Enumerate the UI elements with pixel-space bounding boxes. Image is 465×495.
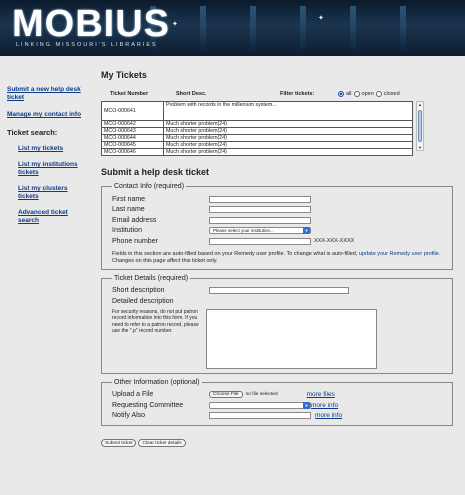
email-input[interactable]	[209, 216, 311, 224]
update-profile-link[interactable]: update your Remedy user profile	[359, 251, 439, 257]
scrollbar-thumb[interactable]	[418, 110, 422, 142]
sidebar-link-manage-contact[interactable]: Manage my contact info	[7, 111, 87, 119]
sidebar-link-cluster-tickets[interactable]: List my clusters tickets	[18, 185, 87, 201]
more-files-link[interactable]: more files	[307, 391, 335, 398]
ticket-number-cell: MCO-000644	[101, 134, 164, 142]
filter-open-radio[interactable]	[353, 91, 360, 97]
detailed-desc-textarea[interactable]	[206, 308, 377, 369]
column-short-desc: Short Desc.	[176, 91, 207, 97]
banner-decoration	[300, 6, 306, 50]
ticket-list-scrollbar[interactable]: ▲ ▼	[416, 101, 424, 151]
other-info-fieldset: Other Information (optional) Upload a Fi…	[101, 378, 453, 426]
upload-label: Upload a File	[112, 391, 154, 399]
institution-select-value: Please select your institution...	[213, 228, 274, 234]
filter-all-radio[interactable]	[338, 91, 344, 97]
ticket-desc-cell: Much shorter problem(24)	[163, 127, 413, 135]
ticket-details-fieldset: Ticket Details (required) Short descript…	[101, 274, 453, 374]
ticket-number-cell: MCO-000645	[101, 141, 164, 149]
sidebar-link-institution-tickets[interactable]: List my institutions tickets	[18, 161, 87, 177]
banner-decoration	[400, 6, 406, 50]
committee-select[interactable]: ▼	[209, 401, 311, 409]
header-banner: ✦ ✦ MOBIUS LINKING MISSOURI'S LIBRARIES	[0, 0, 465, 56]
clear-ticket-button[interactable]: Clear ticket details	[138, 439, 186, 447]
form-title: Submit a help desk ticket	[101, 167, 210, 177]
table-row[interactable]: MCO-000646 Much shorter problem(24)	[101, 148, 413, 156]
table-row[interactable]: MCO-000643 Much shorter problem(24)	[101, 127, 413, 135]
other-info-legend: Other Information (optional)	[114, 378, 200, 386]
ticket-table-header: Ticket Number Short Desc. Filter tickets…	[101, 89, 461, 99]
table-row[interactable]: MCO-000641 Problem with records in the m…	[101, 101, 413, 121]
page-title: My Tickets	[101, 70, 147, 80]
table-row[interactable]: MCO-000644 Much shorter problem(24)	[101, 134, 413, 142]
site-logo[interactable]: MOBIUS	[12, 4, 170, 44]
ticket-list: MCO-000641 Problem with records in the m…	[101, 101, 424, 156]
committee-label: Requesting Committee	[112, 401, 184, 409]
filter-radio-group: all open closed	[338, 91, 400, 97]
filter-open-label: open	[361, 91, 374, 97]
ticket-details-legend: Ticket Details (required)	[114, 274, 189, 282]
institution-label: Institution	[112, 227, 142, 235]
autofill-note-text: Fields in this section are auto-filled b…	[112, 250, 358, 257]
first-name-input[interactable]	[209, 195, 311, 203]
filter-closed-radio[interactable]	[375, 91, 382, 97]
table-row[interactable]: MCO-000645 Much shorter problem(24)	[101, 141, 413, 149]
submit-ticket-button[interactable]: Submit ticket	[101, 439, 137, 447]
no-file-text: no file selected	[245, 392, 278, 398]
ticket-number-cell: MCO-000642	[101, 120, 164, 128]
chevron-down-icon: ▼	[303, 401, 310, 409]
last-name-label: Last name	[112, 206, 145, 214]
sidebar-link-advanced-search[interactable]: Advanced ticket search	[18, 209, 87, 225]
ticket-search-heading: Ticket search:	[7, 128, 58, 137]
contact-info-legend: Contact Info (required)	[114, 183, 185, 190]
choose-file-button[interactable]: Choose File	[209, 391, 243, 399]
sidebar-link-submit-ticket[interactable]: Submit a new help desk ticket	[7, 86, 87, 102]
scroll-up-icon[interactable]: ▲	[417, 102, 423, 107]
ticket-desc-cell: Problem with records in the millenium sy…	[163, 101, 413, 121]
phone-label: Phone number	[112, 237, 158, 245]
scroll-down-icon[interactable]: ▼	[417, 145, 423, 150]
filter-label: Filter tickets:	[280, 91, 315, 97]
short-desc-label: Short description	[112, 287, 165, 295]
autofill-note: Fields in this section are auto-filled b…	[112, 251, 446, 265]
ticket-desc-cell: Much shorter problem(24)	[163, 120, 413, 128]
ticket-desc-cell: Much shorter problem(24)	[163, 148, 413, 156]
sparkle-icon: ✦	[318, 15, 324, 22]
filter-all-label: all	[346, 91, 352, 97]
chevron-down-icon: ▼	[303, 227, 310, 235]
sparkle-icon: ✦	[172, 21, 178, 28]
last-name-input[interactable]	[209, 206, 311, 214]
ticket-number-cell: MCO-000641	[101, 101, 164, 121]
contact-info-fieldset: Contact Info (required) First name Last …	[101, 183, 453, 270]
table-row[interactable]: MCO-000642 Much shorter problem(24)	[101, 120, 413, 128]
detailed-desc-label: Detailed description	[112, 297, 174, 305]
main-content: My Tickets Ticket Number Short Desc. Fil…	[101, 70, 461, 449]
banner-decoration	[350, 6, 356, 50]
sidebar-nav: Submit a new help desk ticket Manage my …	[7, 86, 87, 233]
banner-decoration	[250, 6, 256, 50]
banner-decoration	[200, 6, 206, 50]
institution-select[interactable]: Please select your institution... ▼	[209, 227, 311, 235]
phone-format-hint: XXX-XXX-XXXX	[314, 238, 355, 245]
ticket-number-cell: MCO-000646	[101, 148, 164, 156]
ticket-table: MCO-000641 Problem with records in the m…	[101, 101, 413, 156]
security-note: For security reasons, do not put patron …	[112, 308, 199, 335]
notify-more-info-link[interactable]: more info	[315, 412, 342, 419]
email-label: Email address	[112, 216, 157, 224]
notify-input[interactable]	[209, 412, 311, 420]
sidebar-link-my-tickets[interactable]: List my tickets	[18, 145, 87, 153]
first-name-label: First name	[112, 195, 146, 203]
short-desc-input[interactable]	[209, 287, 349, 295]
column-ticket-number: Ticket Number	[110, 91, 149, 97]
ticket-number-cell: MCO-000643	[101, 127, 164, 135]
phone-input[interactable]	[209, 237, 311, 245]
site-tagline: LINKING MISSOURI'S LIBRARIES	[16, 42, 158, 48]
committee-more-info-link[interactable]: more info	[311, 402, 338, 409]
ticket-desc-cell: Much shorter problem(24)	[163, 141, 413, 149]
ticket-desc-cell: Much shorter problem(24)	[163, 134, 413, 142]
notify-label: Notify Also	[112, 412, 146, 420]
filter-closed-label: closed	[383, 91, 400, 97]
form-actions: Submit ticket Clear ticket details	[101, 431, 461, 449]
